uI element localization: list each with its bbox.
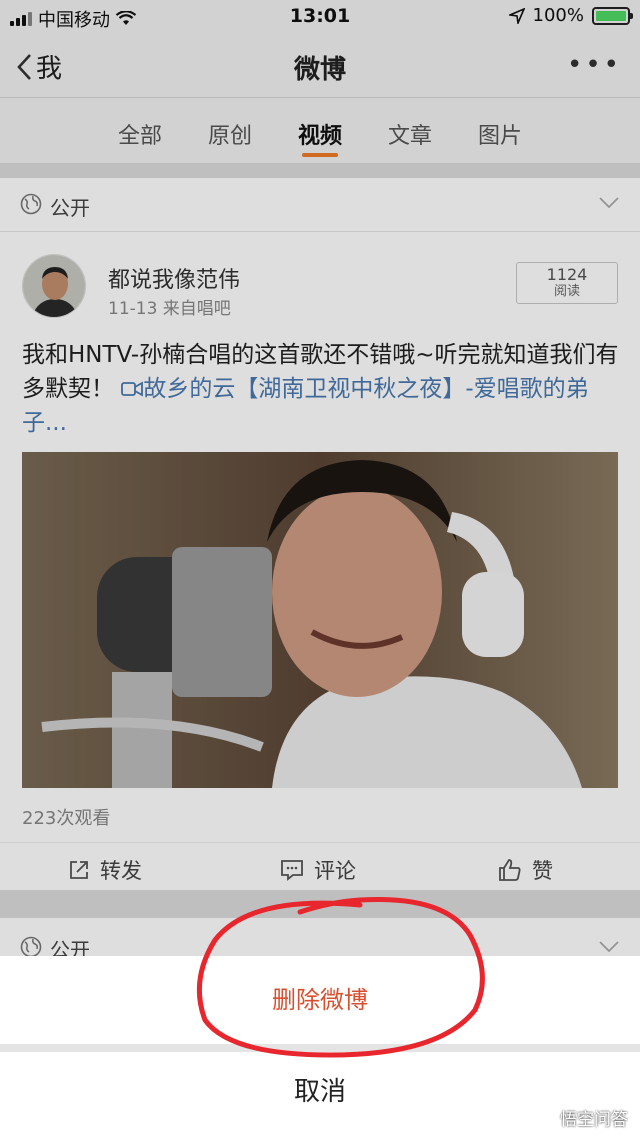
watermark: 悟空问答 <box>535 1105 628 1130</box>
delete-post-button[interactable]: 删除微博 <box>0 956 640 1044</box>
sheet-divider <box>0 1044 640 1052</box>
watermark-text: 悟空问答 <box>560 1110 628 1130</box>
watermark-logo-icon <box>535 1107 555 1128</box>
